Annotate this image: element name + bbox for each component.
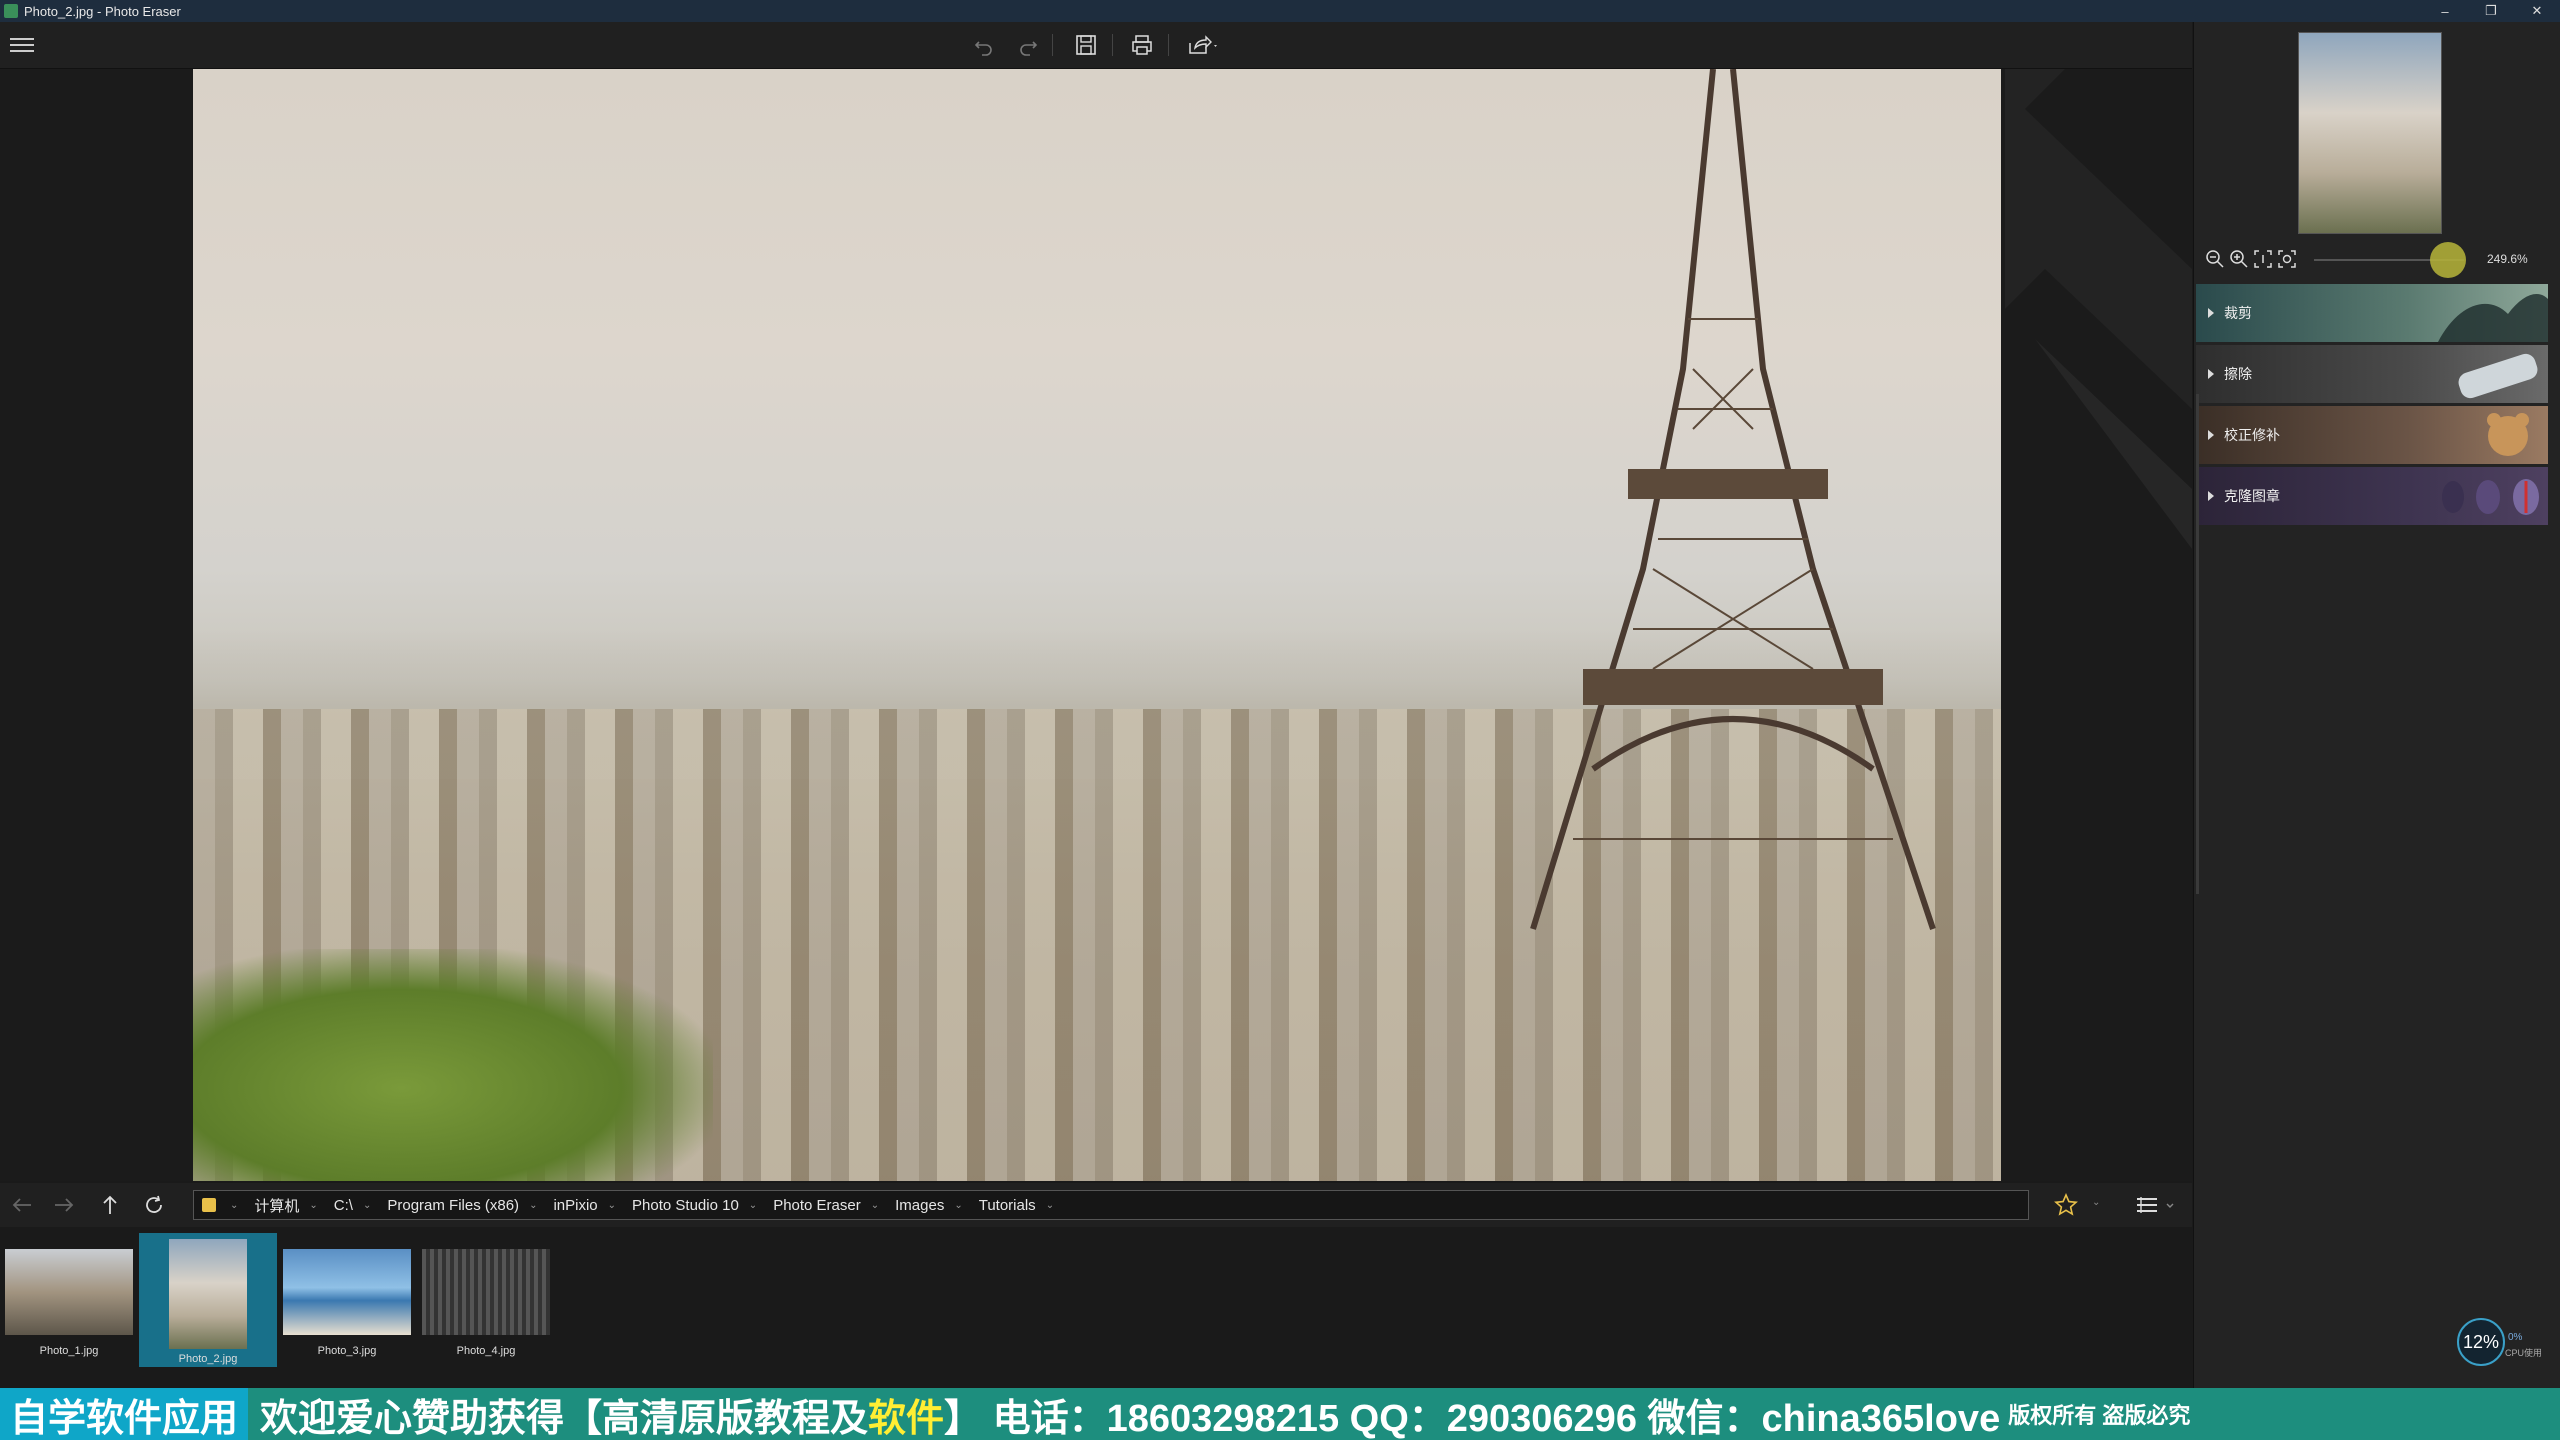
zoom-slider-handle[interactable] xyxy=(2430,242,2466,278)
window-title: Photo_2.jpg - Photo Eraser xyxy=(24,3,181,19)
zoom-out-icon[interactable] xyxy=(2204,248,2226,270)
thumbnail-strip: Photo_1.jpg Photo_2.jpg Photo_3.jpg Phot… xyxy=(0,1228,2192,1388)
eiffel-tower-graphic xyxy=(1530,69,1936,930)
canvas-background xyxy=(2005,69,2192,1181)
thumbnail-photo-3[interactable]: Photo_3.jpg xyxy=(278,1233,416,1367)
tools-panel: 249.6% 裁剪 擦除 校正修补 克隆图章 xyxy=(2193,22,2560,1388)
banner-left-text: 自学软件应用 xyxy=(0,1388,249,1440)
close-button[interactable]: ✕ xyxy=(2514,0,2560,22)
fit-to-screen-icon[interactable] xyxy=(2276,248,2298,270)
restore-button[interactable]: ❐ xyxy=(2468,0,2514,22)
banner-text-part: 】 电话：18603298215 QQ：290306296 微信：china36… xyxy=(944,1397,2001,1440)
forward-arrow-icon[interactable] xyxy=(48,1191,80,1219)
thumbnail-label: Photo_2.jpg xyxy=(178,1353,238,1365)
cpu-label: CPU使用 xyxy=(2505,1348,2543,1358)
cpu-small-percent: 0% xyxy=(2508,1332,2523,1343)
tool-label: 克隆图章 xyxy=(2224,488,2280,504)
navigator-preview[interactable] xyxy=(2298,32,2442,234)
path-breadcrumb[interactable]: ⌄ 计算机 ⌄ C:\ ⌄ Program Files (x86) ⌄ inPi… xyxy=(193,1190,2029,1220)
chevron-down-icon[interactable]: ⌄ xyxy=(309,1200,317,1211)
thumbnail-label: Photo_3.jpg xyxy=(317,1345,377,1357)
menu-icon[interactable] xyxy=(10,34,34,56)
main-toolbar xyxy=(0,22,2192,69)
tool-erase[interactable]: 擦除 xyxy=(2196,345,2548,403)
expand-arrow-icon xyxy=(2208,491,2214,501)
breadcrumb-photo-studio[interactable]: Photo Studio 10 xyxy=(632,1197,739,1214)
breadcrumb-photo-eraser[interactable]: Photo Eraser xyxy=(773,1197,861,1214)
folder-icon xyxy=(202,1198,216,1212)
banner-right-text: 版权所有 盗版必究 xyxy=(2008,1403,2191,1428)
banner-main-text: 欢迎爱心赞助获得【高清原版教程及软件】 电话：18603298215 QQ：29… xyxy=(248,1388,2000,1440)
app-icon xyxy=(4,4,18,18)
zoom-controls: 249.6% xyxy=(2204,240,2554,278)
folder-navigation-bar: ⌄ 计算机 ⌄ C:\ ⌄ Program Files (x86) ⌄ inPi… xyxy=(0,1183,2192,1227)
cpu-usage-badge: 12% xyxy=(2457,1318,2505,1366)
chevron-down-icon[interactable]: ⌄ xyxy=(230,1200,238,1211)
banner-text-part: 欢迎爱心赞助获得【高清原版教程及 xyxy=(260,1397,869,1440)
expand-arrow-icon xyxy=(2208,430,2214,440)
thumbnail-image xyxy=(169,1239,247,1349)
photo-eiffel-tower[interactable] xyxy=(193,69,2001,1181)
chevron-down-icon[interactable]: ⌄ xyxy=(529,1200,537,1211)
tool-label: 擦除 xyxy=(2224,366,2252,382)
breadcrumb-computer[interactable]: 计算机 xyxy=(254,1195,299,1216)
breadcrumb-tutorials[interactable]: Tutorials xyxy=(979,1197,1036,1214)
thumbnail-image xyxy=(283,1249,411,1335)
tool-label: 校正修补 xyxy=(2224,427,2280,443)
thumbnail-image xyxy=(422,1249,550,1335)
up-arrow-icon[interactable] xyxy=(94,1191,126,1219)
expand-arrow-icon xyxy=(2208,369,2214,379)
crop-banner-art xyxy=(2438,294,2548,342)
zoom-percentage: 249.6% xyxy=(2487,252,2528,266)
title-bar: Photo_2.jpg - Photo Eraser – ❐ ✕ xyxy=(0,0,2560,22)
share-icon[interactable] xyxy=(1180,30,1226,60)
banner-highlight: 软件 xyxy=(868,1397,945,1440)
actual-size-icon[interactable] xyxy=(2252,248,2274,270)
breadcrumb-program-files[interactable]: Program Files (x86) xyxy=(387,1197,519,1214)
watermark-banner: 自学软件应用 欢迎爱心赞助获得【高清原版教程及软件】 电话：1860329821… xyxy=(0,1388,2560,1440)
thumbnail-photo-1[interactable]: Photo_1.jpg xyxy=(0,1233,138,1367)
breadcrumb-inpixio[interactable]: inPixio xyxy=(553,1197,597,1214)
save-icon[interactable] xyxy=(1068,30,1104,60)
chevron-down-icon[interactable]: ⌄ xyxy=(363,1200,371,1211)
zoom-in-icon[interactable] xyxy=(2228,248,2250,270)
window-controls: – ❐ ✕ xyxy=(2422,0,2560,22)
tool-clone-stamp[interactable]: 克隆图章 xyxy=(2196,467,2548,525)
minimize-button[interactable]: – xyxy=(2422,0,2468,22)
print-icon[interactable] xyxy=(1124,30,1160,60)
chevron-down-icon[interactable]: ⌄ xyxy=(2092,1197,2100,1208)
tool-crop[interactable]: 裁剪 xyxy=(2196,284,2548,342)
thumbnail-label: Photo_4.jpg xyxy=(456,1345,516,1357)
chevron-down-icon[interactable]: ⌄ xyxy=(749,1200,757,1211)
thumbnail-photo-2[interactable]: Photo_2.jpg xyxy=(139,1233,277,1367)
image-canvas[interactable] xyxy=(0,69,2192,1181)
view-list-icon[interactable] xyxy=(2130,1191,2180,1219)
thumbnail-label: Photo_1.jpg xyxy=(39,1345,99,1357)
thumbnail-image xyxy=(5,1249,133,1335)
thumbnail-photo-4[interactable]: Photo_4.jpg xyxy=(417,1233,555,1367)
chevron-down-icon[interactable]: ⌄ xyxy=(1046,1200,1054,1211)
panel-scrollbar[interactable] xyxy=(2196,394,2199,894)
clone-banner-art xyxy=(2442,479,2539,515)
undo-icon[interactable] xyxy=(966,30,1002,60)
expand-arrow-icon xyxy=(2208,308,2214,318)
chevron-down-icon[interactable]: ⌄ xyxy=(871,1200,879,1211)
tool-correct-repair[interactable]: 校正修补 xyxy=(2196,406,2548,464)
tool-label: 裁剪 xyxy=(2224,305,2252,321)
refresh-icon[interactable] xyxy=(138,1191,170,1219)
favorite-star-icon[interactable] xyxy=(2050,1191,2082,1219)
redo-icon[interactable] xyxy=(1010,30,1046,60)
chevron-down-icon[interactable]: ⌄ xyxy=(954,1200,962,1211)
repair-banner-art xyxy=(2487,413,2529,456)
back-arrow-icon[interactable] xyxy=(6,1191,38,1219)
breadcrumb-images[interactable]: Images xyxy=(895,1197,944,1214)
chevron-down-icon[interactable]: ⌄ xyxy=(608,1200,616,1211)
breadcrumb-drive-c[interactable]: C:\ xyxy=(334,1197,353,1214)
erase-banner-art xyxy=(2458,353,2538,399)
